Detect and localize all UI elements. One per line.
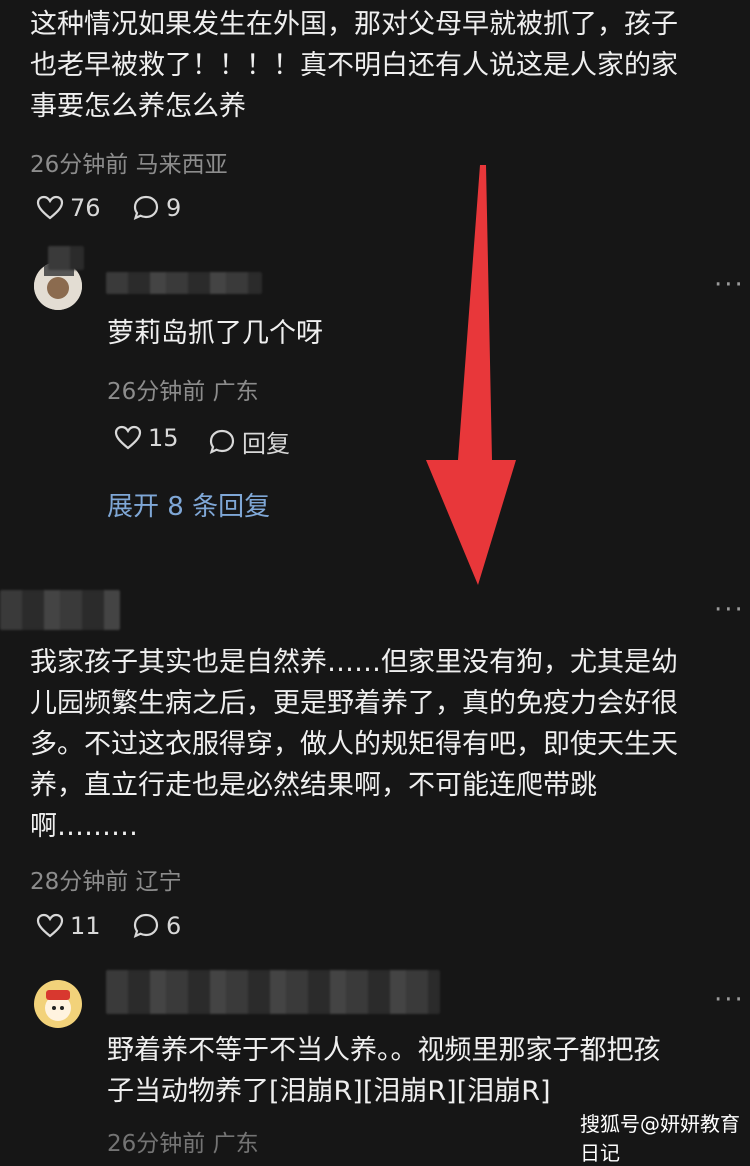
comment-1-line: 也老早被救了！！！！真不明白还有人说这是人家的家	[30, 50, 678, 81]
reply-1-text: 萝莉岛抓了几个呀	[107, 318, 323, 349]
reply-2-meta: 26分钟前 广东	[107, 1124, 259, 1158]
username-blurred[interactable]	[0, 590, 120, 630]
comment-1-like-count: 76	[70, 194, 101, 222]
comment-1-meta: 26分钟前 马来西亚	[30, 145, 228, 179]
comment-2-line: 啊………	[30, 811, 138, 842]
comment-1-location: 马来西亚	[135, 152, 228, 178]
more-options-button[interactable]: ···	[714, 270, 745, 300]
comment-1-text: 这种情况如果发生在外国，那对父母早就被抓了，孩子 也老早被救了！！！！真不明白还…	[30, 4, 750, 127]
comment-1-reply-count: 9	[166, 194, 182, 222]
heart-icon	[114, 425, 142, 450]
chat-bubble-icon	[133, 913, 159, 939]
heart-icon	[36, 195, 64, 220]
red-down-arrow-annotation	[426, 165, 516, 585]
chat-bubble-icon	[209, 429, 235, 454]
username-blurred	[48, 246, 84, 270]
comment-2-time: 28分钟前	[30, 869, 129, 895]
reply-1-time: 26分钟前	[107, 379, 206, 405]
comment-1-line: 事要怎么养怎么养	[30, 91, 246, 122]
reply-1-reply-label: 回复	[242, 430, 290, 458]
username-blurred[interactable]	[106, 970, 440, 1014]
comment-2-reply-count: 6	[166, 912, 182, 940]
comment-2-line: 养，直立行走也是必然结果啊，不可能连爬带跳	[30, 770, 597, 801]
reply-2-line: 野着养不等于不当人养。。视频里那家子都把孩	[107, 1035, 661, 1066]
comment-2-meta: 28分钟前 辽宁	[30, 862, 182, 896]
watermark: 搜狐号@妍妍教育日记	[580, 1112, 740, 1165]
comment-2-line: 我家孩子其实也是自然养……但家里没有狗，尤其是幼	[30, 647, 678, 678]
comment-2-like-button[interactable]: 11	[36, 912, 101, 940]
reply-2-line: 子当动物养了[泪崩R][泪崩R][泪崩R]	[107, 1076, 551, 1107]
comment-1-reply-button[interactable]: 9	[132, 194, 181, 222]
reply-1-location: 广东	[212, 379, 259, 405]
more-options-button[interactable]: ···	[714, 595, 745, 625]
comment-2-line: 儿园频繁生病之后，更是野着养了，真的免疫力会好很	[30, 688, 678, 719]
comment-2-reply-button[interactable]: 6	[132, 912, 181, 940]
comment-2-location: 辽宁	[135, 869, 182, 895]
reply-1-like-button[interactable]: 15	[114, 424, 179, 452]
more-options-button[interactable]: ···	[714, 985, 745, 1015]
comment-1-time: 26分钟前	[30, 152, 129, 178]
comment-1-like-button[interactable]: 76	[36, 194, 101, 222]
username-blurred[interactable]	[106, 272, 262, 294]
reply-2-time: 26分钟前	[107, 1131, 206, 1157]
reply-1-meta: 26分钟前 广东	[107, 372, 259, 406]
comment-2-like-count: 11	[70, 912, 101, 940]
reply-2-text: 野着养不等于不当人养。。视频里那家子都把孩 子当动物养了[泪崩R][泪崩R][泪…	[107, 1030, 747, 1112]
chat-bubble-icon	[133, 195, 159, 221]
avatar[interactable]	[34, 980, 82, 1028]
reply-1-reply-button[interactable]: 回复	[208, 424, 290, 459]
comment-1-line: 这种情况如果发生在外国，那对父母早就被抓了，孩子	[30, 9, 678, 40]
heart-icon	[36, 913, 64, 938]
expand-replies-link[interactable]: 展开 8 条回复	[107, 486, 270, 523]
reply-2-location: 广东	[212, 1131, 259, 1157]
comment-2-line: 多。不过这衣服得穿，做人的规矩得有吧，即使天生天	[30, 729, 678, 760]
reply-1-like-count: 15	[148, 424, 179, 452]
comment-2-text: 我家孩子其实也是自然养……但家里没有狗，尤其是幼 儿园频繁生病之后，更是野着养了…	[30, 642, 750, 847]
